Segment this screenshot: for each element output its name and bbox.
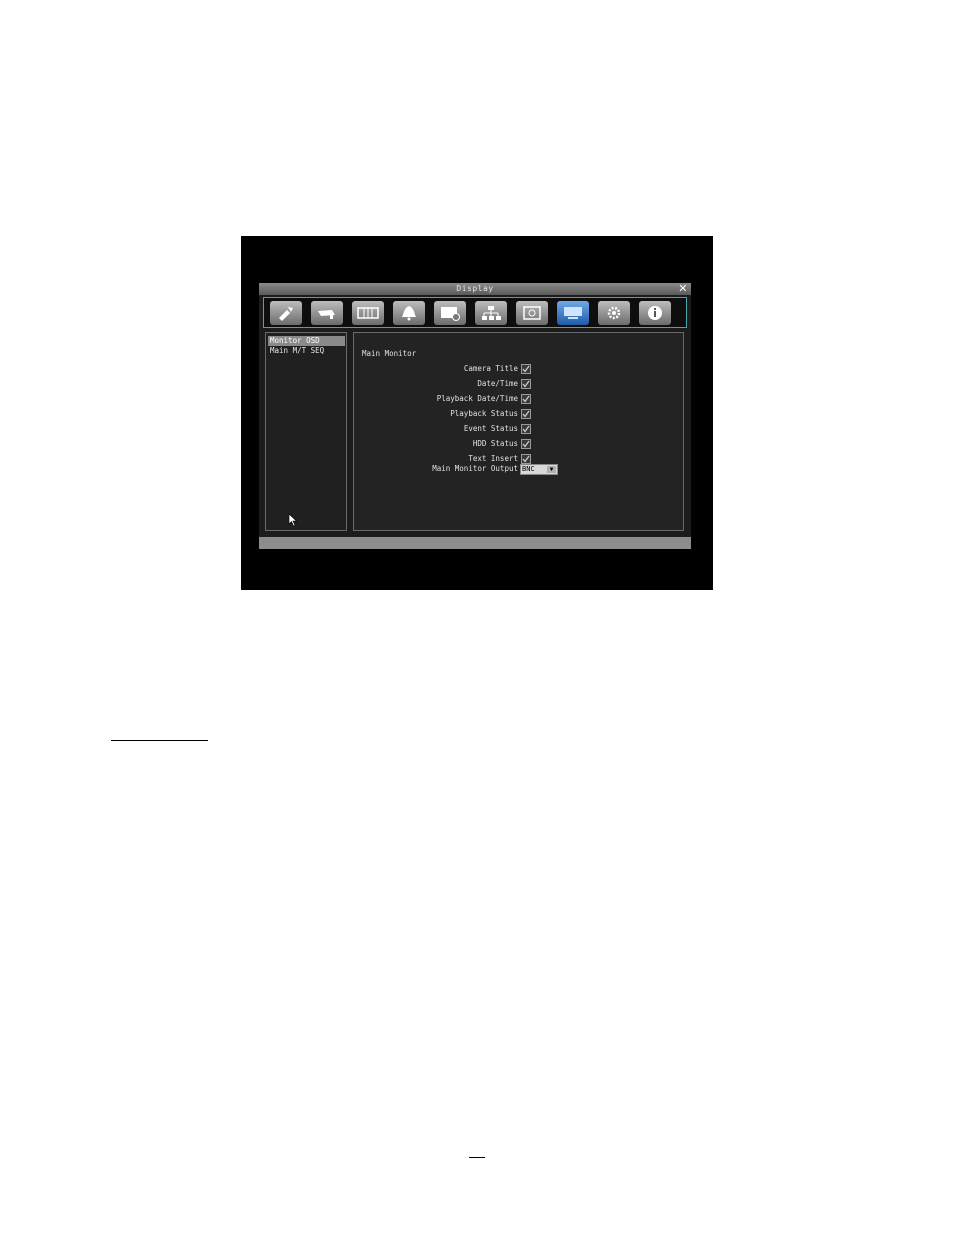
section-underline	[111, 740, 208, 741]
checkmark-icon	[522, 440, 530, 448]
sidebar-item-main-mt-seq[interactable]: Main M/T SEQ	[268, 346, 345, 356]
option-label-event-status: Event Status	[463, 424, 518, 433]
option-label-camera-title: Camera Title	[463, 364, 518, 373]
page-number-underline	[469, 1157, 485, 1158]
network-icon[interactable]	[475, 300, 507, 325]
output-value: BNC	[522, 465, 535, 473]
option-label-hdd-status: HDD Status	[472, 439, 518, 448]
checkmark-icon	[522, 425, 530, 433]
checkbox-playback-date-time[interactable]	[521, 394, 531, 404]
option-label-playback-status: Playback Status	[450, 409, 518, 418]
option-label-playback-date-time: Playback Date/Time	[436, 394, 518, 403]
display-settings-window: Display ✕ Monitor OSD Main M/T SEQ Main …	[259, 282, 691, 549]
option-label-text-insert: Text Insert	[468, 454, 518, 463]
settings-panel: Main Monitor Camera Title Date/Time Play…	[353, 332, 684, 531]
mouse-cursor-icon	[288, 513, 298, 527]
sidebar-menu: Monitor OSD Main M/T SEQ	[265, 332, 347, 531]
checkmark-icon	[522, 380, 530, 388]
alarm-bell-icon[interactable]	[393, 300, 425, 325]
backup-icon[interactable]	[516, 300, 548, 325]
category-toolbar	[263, 297, 687, 328]
checkbox-text-insert[interactable]	[521, 454, 531, 464]
section-title: Main Monitor	[362, 349, 417, 358]
schedule-icon[interactable]	[434, 300, 466, 325]
checkbox-date-time[interactable]	[521, 379, 531, 389]
system-gear-icon[interactable]	[598, 300, 630, 325]
quick-setup-icon[interactable]	[270, 300, 302, 325]
window-title: Display	[456, 284, 494, 293]
checkbox-camera-title[interactable]	[521, 364, 531, 374]
checkbox-event-status[interactable]	[521, 424, 531, 434]
checkmark-icon	[522, 455, 530, 463]
checkbox-hdd-status[interactable]	[521, 439, 531, 449]
checkbox-playback-status[interactable]	[521, 409, 531, 419]
dvr-screen: Display ✕ Monitor OSD Main M/T SEQ Main …	[241, 236, 713, 590]
close-icon[interactable]: ✕	[678, 282, 688, 295]
info-icon[interactable]	[639, 300, 671, 325]
record-icon[interactable]	[352, 300, 384, 325]
sidebar-item-monitor-osd[interactable]: Monitor OSD	[268, 336, 345, 346]
option-label-date-time: Date/Time	[477, 379, 518, 388]
checkmark-icon	[522, 365, 530, 373]
checkmark-icon	[522, 410, 530, 418]
display-icon[interactable]	[557, 300, 589, 325]
camera-icon[interactable]	[311, 300, 343, 325]
main-monitor-output-select[interactable]: BNC ▼	[520, 464, 558, 475]
status-bar	[259, 537, 691, 549]
chevron-down-icon: ▼	[547, 466, 556, 473]
window-titlebar: Display ✕	[259, 282, 691, 295]
checkmark-icon	[522, 395, 530, 403]
output-label: Main Monitor Output	[432, 464, 518, 473]
